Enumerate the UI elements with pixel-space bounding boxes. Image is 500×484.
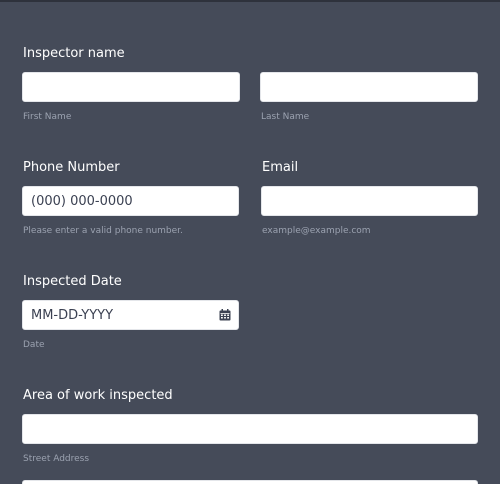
phone-number-label: Phone Number [23,160,120,175]
first-name-sublabel: First Name [23,112,72,122]
email-sublabel: example@example.com [262,226,371,236]
inspection-form: Inspector name First Name Last Name Phon… [0,0,500,484]
street-address-field[interactable] [22,414,478,444]
last-name-input[interactable] [261,73,477,101]
email-label: Email [262,160,299,175]
calendar-icon[interactable] [219,309,231,321]
phone-number-sublabel: Please enter a valid phone number. [23,226,183,236]
first-name-field[interactable] [22,72,240,102]
street-address-input[interactable] [23,415,477,443]
inspected-date-input[interactable] [23,301,238,329]
first-name-input[interactable] [23,73,239,101]
last-name-sublabel: Last Name [261,112,310,122]
area-of-work-label: Area of work inspected [23,388,173,403]
phone-number-field[interactable] [22,186,239,216]
last-name-field[interactable] [260,72,478,102]
street-address-sublabel: Street Address [23,454,90,464]
phone-number-input[interactable] [23,187,238,215]
email-field[interactable] [261,186,478,216]
inspected-date-sublabel: Date [23,340,45,350]
email-input[interactable] [262,187,477,215]
street-address-line2-field[interactable] [22,480,478,484]
inspector-name-label: Inspector name [23,46,125,61]
inspected-date-field[interactable] [22,300,239,330]
inspected-date-label: Inspected Date [23,274,122,289]
